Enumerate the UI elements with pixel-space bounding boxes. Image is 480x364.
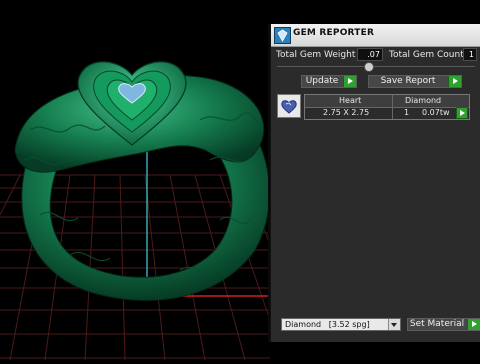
total-gem-count-label: Total Gem Count bbox=[389, 50, 464, 60]
total-gem-count-value: 1 bbox=[463, 48, 477, 61]
update-button[interactable]: Update bbox=[301, 75, 357, 88]
divider-slider-knob[interactable] bbox=[364, 62, 374, 72]
save-report-label: Save Report bbox=[380, 76, 436, 86]
material-select-value: Diamond [3.52 spg] bbox=[285, 320, 370, 329]
play-arrow-icon bbox=[467, 319, 480, 330]
update-label: Update bbox=[305, 76, 339, 86]
play-arrow-icon bbox=[448, 76, 461, 87]
material-select[interactable]: Diamond [3.52 spg] bbox=[281, 318, 401, 331]
set-material-button[interactable]: Set Material bbox=[407, 318, 480, 331]
heart-gem-icon bbox=[277, 94, 301, 118]
gem-list-item[interactable]: Heart Diamond 2.75 X 2.75 1 0.07tw bbox=[277, 94, 470, 120]
gem-material: Diamond bbox=[405, 96, 442, 105]
dropdown-arrow-icon bbox=[388, 319, 400, 330]
total-gem-weight-value: .07 bbox=[357, 48, 383, 61]
total-gem-weight-label: Total Gem Weight bbox=[276, 50, 356, 60]
panel-titlebar[interactable]: GEM REPORTER bbox=[271, 24, 480, 47]
material-row: Diamond [3.52 spg] Set Material bbox=[277, 318, 480, 332]
gem-dimensions: 2.75 X 2.75 bbox=[323, 108, 370, 117]
gem-weight: 0.07tw bbox=[422, 108, 450, 117]
panel-title: GEM REPORTER bbox=[293, 28, 375, 38]
gem-table-header bbox=[305, 95, 469, 108]
gem-count: 1 bbox=[404, 108, 410, 117]
gem-table: Heart Diamond 2.75 X 2.75 1 0.07tw bbox=[304, 94, 470, 120]
set-material-label: Set Material bbox=[409, 319, 465, 329]
play-arrow-icon bbox=[343, 76, 356, 87]
gem-reporter-panel: GEM REPORTER Total Gem Weight .07 Total … bbox=[270, 24, 480, 342]
play-arrow-icon[interactable] bbox=[456, 107, 468, 119]
save-report-button[interactable]: Save Report bbox=[368, 75, 462, 88]
divider-slider-track bbox=[277, 66, 475, 67]
totals-row: Total Gem Weight .07 Total Gem Count 1 bbox=[273, 48, 480, 63]
material-select-sg: [3.52 spg] bbox=[328, 320, 370, 329]
gem-shape: Heart bbox=[339, 96, 362, 105]
gem-reporter-icon bbox=[274, 27, 291, 44]
